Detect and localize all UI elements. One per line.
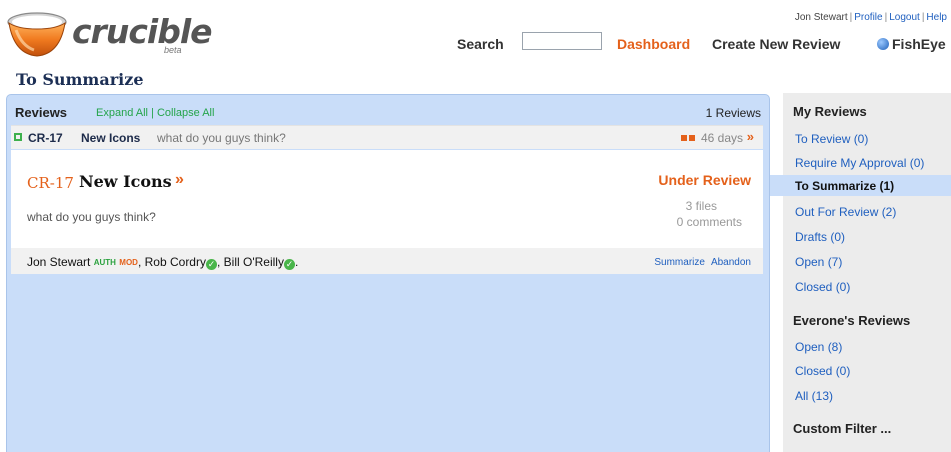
my-reviews-heading: My Reviews xyxy=(793,104,867,119)
review-actions: Summarize Abandon xyxy=(648,257,751,268)
detail-open-arrow-icon[interactable]: » xyxy=(175,171,184,189)
review-id: CR-17 xyxy=(28,131,63,145)
page-title: To Summarize xyxy=(16,70,144,89)
sidebar-item-everyone-closed[interactable]: Closed (0) xyxy=(795,364,850,378)
brand-name: crucible xyxy=(72,12,213,51)
reviews-count: 1 Reviews xyxy=(705,106,761,120)
sidebar-item-to-review[interactable]: To Review (0) xyxy=(795,132,868,146)
search-input[interactable] xyxy=(522,32,602,50)
review-title: New Icons xyxy=(81,131,141,145)
nav-fisheye-label: FishEye xyxy=(892,36,946,52)
participant-author: Jon Stewart xyxy=(27,255,91,269)
sidebar-item-out-for-review[interactable]: Out For Review (2) xyxy=(795,205,896,219)
crucible-cup-icon xyxy=(7,12,67,57)
abandon-link[interactable]: Abandon xyxy=(711,257,751,268)
sidebar-item-label: To Summarize (1) xyxy=(795,179,895,193)
review-status: Under Review xyxy=(658,172,751,188)
search-label: Search xyxy=(457,36,504,52)
sidebar-item-everyone-open[interactable]: Open (8) xyxy=(795,340,842,354)
participant-reviewer: Rob Cordry xyxy=(144,255,206,269)
fisheye-icon xyxy=(877,38,889,50)
sidebar-item-to-summarize[interactable]: To Summarize (1) xyxy=(770,175,951,196)
expand-all-link[interactable]: Expand All xyxy=(96,107,148,119)
user-links: Jon Stewart | Profile | Logout | Help xyxy=(794,12,947,23)
summarize-link[interactable]: Summarize xyxy=(654,257,705,268)
sidebar-item-drafts[interactable]: Drafts (0) xyxy=(795,230,845,244)
nav-create-new-review[interactable]: Create New Review xyxy=(712,36,840,52)
custom-filter-link[interactable]: Custom Filter ... xyxy=(793,421,891,436)
review-age: 46 days xyxy=(700,131,743,145)
review-detail: CR-17 New Icons » what do you guys think… xyxy=(11,150,763,248)
current-user: Jon Stewart xyxy=(794,12,848,23)
help-link[interactable]: Help xyxy=(926,12,947,23)
sidebar-item-closed[interactable]: Closed (0) xyxy=(795,280,850,294)
sidebar-item-require-approval[interactable]: Require My Approval (0) xyxy=(795,156,924,170)
completed-check-icon: ✓ xyxy=(205,259,217,270)
expand-collapse-links: Expand All | Collapse All xyxy=(96,107,215,119)
participant-reviewer: Bill O'Reilly xyxy=(223,255,284,269)
age-indicator-icon xyxy=(681,135,687,141)
participants-list: Jon Stewart AUTH MOD, Rob Cordry ✓, Bill … xyxy=(27,255,299,270)
detail-review-id[interactable]: CR-17 xyxy=(27,174,74,192)
open-review-arrow-icon[interactable]: » xyxy=(747,129,754,144)
collapse-all-link[interactable]: Collapse All xyxy=(157,107,214,119)
review-filters-sidebar: My Reviews To Review (0) Require My Appr… xyxy=(770,93,951,452)
file-count: 3 files xyxy=(685,199,717,213)
participants-bar: Jon Stewart AUTH MOD, Rob Cordry ✓, Bill … xyxy=(11,248,763,274)
logout-link[interactable]: Logout xyxy=(889,12,920,23)
detail-description: what do you guys think? xyxy=(27,210,156,224)
moderator-badge: MOD xyxy=(119,258,138,267)
review-row[interactable]: CR-17 New Icons what do you guys think? … xyxy=(11,125,763,149)
nav-fisheye[interactable]: FishEye xyxy=(877,36,946,52)
collapse-toggle-icon[interactable] xyxy=(14,133,22,141)
brand-tag: beta xyxy=(164,45,182,55)
sidebar-item-open[interactable]: Open (7) xyxy=(795,255,842,269)
nav-dashboard[interactable]: Dashboard xyxy=(617,36,690,52)
review-description: what do you guys think? xyxy=(157,131,286,145)
age-indicator-icon xyxy=(689,135,695,141)
profile-link[interactable]: Profile xyxy=(854,12,882,23)
crucible-logo[interactable]: crucible beta xyxy=(6,8,213,60)
author-badge: AUTH xyxy=(93,258,116,267)
detail-review-title[interactable]: New Icons xyxy=(79,172,172,191)
comment-count: 0 comments xyxy=(676,215,742,229)
everyone-reviews-heading: Everone's Reviews xyxy=(793,313,911,328)
completed-check-icon: ✓ xyxy=(283,259,295,270)
reviews-heading: Reviews xyxy=(15,105,68,120)
sidebar-item-everyone-all[interactable]: All (13) xyxy=(795,389,833,403)
reviews-panel: Reviews Expand All | Collapse All 1 Revi… xyxy=(6,94,770,452)
